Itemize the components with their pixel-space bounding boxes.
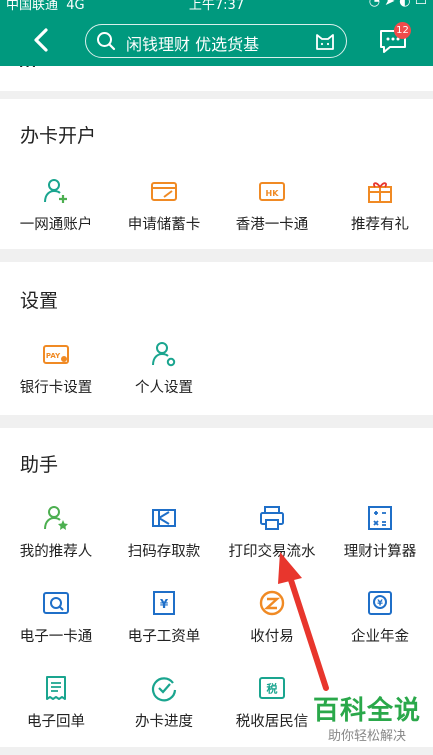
item-label: 我的推荐人 <box>19 544 93 560</box>
item-referral-gift[interactable]: 推荐有礼 <box>326 177 433 243</box>
section-account-opening: 办卡开户 一网通账户 申请储蓄卡 HK 香港一卡通 推荐有礼 <box>0 99 433 249</box>
user-settings-icon <box>152 342 176 367</box>
referrer-icon <box>44 506 68 530</box>
item-label: 个人设置 <box>135 380 193 396</box>
item-card-settings[interactable]: PAY 银行卡设置 <box>2 340 110 406</box>
item-payment-easy[interactable]: 收付易 <box>218 589 326 655</box>
item-label: 推荐有礼 <box>351 217 409 233</box>
item-personal-settings[interactable]: 个人设置 <box>110 340 218 406</box>
calculator-icon <box>368 506 392 530</box>
item-label: 电子回单 <box>27 714 85 730</box>
message-badge: 12 <box>394 22 411 39</box>
back-arrow-icon[interactable] <box>28 26 56 54</box>
item-print-statement[interactable]: 打印交易流水 <box>218 504 326 570</box>
watermark: 百科全说 助你轻松解决 <box>313 690 421 744</box>
item-my-referrer[interactable]: 我的推荐人 <box>2 504 110 570</box>
battery-icon: ◔ ➤ ◐ ▭ <box>368 0 427 9</box>
item-e-card[interactable]: 电子一卡通 <box>2 589 110 655</box>
item-label: 扫码存取款 <box>127 544 201 560</box>
section-title: 设置 <box>20 290 59 312</box>
cat-ears-icon[interactable] <box>314 30 336 52</box>
user-add-icon <box>44 179 67 203</box>
svg-text:税: 税 <box>267 682 278 696</box>
item-enterprise-annuity[interactable]: ¥ 企业年金 <box>326 589 433 655</box>
section-settings: 设置 PAY 银行卡设置 个人设置 <box>0 262 433 415</box>
tax-icon: 税 <box>259 677 285 699</box>
watermark-subtitle: 助你轻松解决 <box>327 729 406 744</box>
item-apply-card[interactable]: 申请储蓄卡 <box>110 177 218 243</box>
annuity-icon: ¥ <box>368 591 392 615</box>
item-label: 香港一卡通 <box>235 217 309 233</box>
svg-text:¥: ¥ <box>160 597 169 611</box>
item-label: 办卡进度 <box>135 714 193 730</box>
item-label: 一网通账户 <box>19 217 93 233</box>
search-icon <box>97 32 116 51</box>
app-header: 中国联通 4G 上午7:37 ◔ ➤ ◐ ▭ 闲钱理财 优选货基 12 <box>0 0 433 66</box>
item-scan-deposit[interactable]: 扫码存取款 <box>110 504 218 570</box>
item-label: 理财计算器 <box>343 544 417 560</box>
payslip-icon: ¥ <box>153 591 175 615</box>
item-label: 银行卡设置 <box>19 380 93 396</box>
card-apply-icon <box>151 182 177 201</box>
progress-icon <box>151 677 177 702</box>
item-label: 收付易 <box>250 629 294 645</box>
e-card-icon <box>43 592 69 614</box>
watermark-title: 百科全说 <box>312 696 421 726</box>
gift-icon <box>368 182 392 203</box>
hk-card-icon: HK <box>259 182 285 201</box>
scan-icon <box>152 509 176 527</box>
status-bar: 中国联通 4G 上午7:37 ◔ ➤ ◐ ▭ <box>0 0 433 13</box>
item-e-account[interactable]: 一网通账户 <box>2 177 110 243</box>
item-tax-resident[interactable]: 税 税收居民信 <box>218 674 326 740</box>
item-e-receipt[interactable]: 电子回单 <box>2 674 110 740</box>
svg-text:HK: HK <box>266 189 280 198</box>
svg-text:PAY: PAY <box>46 352 61 360</box>
search-placeholder: 闲钱理财 优选货基 <box>126 35 260 54</box>
item-label: 申请储蓄卡 <box>127 217 201 233</box>
item-label: 企业年金 <box>351 629 409 645</box>
receipt-icon <box>46 676 66 700</box>
card-settings-icon: PAY <box>43 345 69 364</box>
item-finance-calculator[interactable]: 理财计算器 <box>326 504 433 570</box>
payment-icon <box>259 590 285 616</box>
item-label: 电子一卡通 <box>19 629 93 645</box>
item-label: 电子工资单 <box>127 629 201 645</box>
item-hk-card[interactable]: HK 香港一卡通 <box>218 177 326 243</box>
item-label: 打印交易流水 <box>228 544 316 560</box>
search-input[interactable]: 闲钱理财 优选货基 <box>85 24 347 58</box>
section-title: 助手 <box>20 454 59 476</box>
previous-section: ··· <box>0 66 433 91</box>
item-card-progress[interactable]: 办卡进度 <box>110 674 218 740</box>
section-title: 办卡开户 <box>20 125 97 147</box>
item-e-payslip[interactable]: ¥ 电子工资单 <box>110 589 218 655</box>
svg-text:¥: ¥ <box>377 599 383 608</box>
printer-icon <box>260 506 284 530</box>
